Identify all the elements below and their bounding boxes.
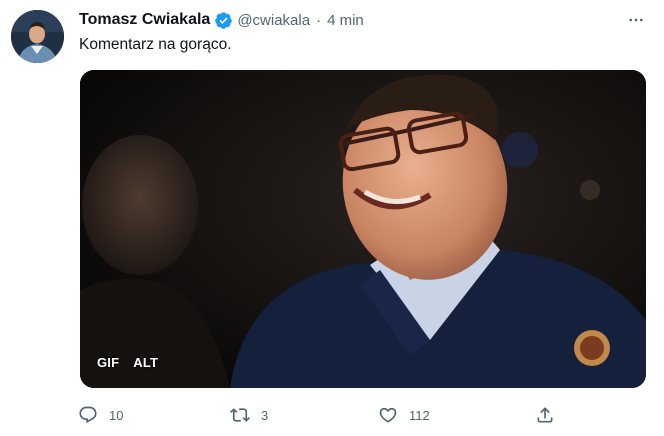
author-handle[interactable]: @cwiakala	[237, 12, 310, 29]
gif-frame-image	[80, 70, 646, 388]
alt-text-badge[interactable]: ALT	[133, 355, 158, 370]
reply-button[interactable]: 10	[78, 403, 123, 427]
tweet-actions: 10 3 112	[78, 403, 568, 427]
tweet-timestamp[interactable]: 4 min	[327, 12, 364, 29]
gif-badge: GIF	[97, 355, 120, 370]
separator-dot: ·	[316, 11, 322, 29]
avatar[interactable]	[11, 10, 64, 63]
media-badges: GIF ALT	[97, 355, 158, 370]
retweet-button[interactable]: 3	[230, 403, 268, 427]
reply-icon	[79, 406, 97, 424]
verified-badge-icon	[215, 11, 233, 29]
like-count: 112	[409, 407, 430, 423]
tweet-text: Komentarz na gorąco.	[79, 36, 232, 53]
retweet-icon	[230, 408, 250, 422]
gif-media[interactable]: GIF ALT	[80, 70, 646, 388]
author-name[interactable]: Tomasz Cwiakala	[79, 11, 210, 29]
more-horizontal-icon	[629, 18, 643, 22]
tweet-header: Tomasz Cwiakala @cwiakala · 4 min	[79, 10, 364, 30]
share-icon	[537, 407, 553, 423]
avatar-image	[11, 10, 64, 63]
share-button[interactable]	[535, 403, 555, 427]
heart-icon	[379, 407, 397, 423]
like-button[interactable]: 112	[378, 403, 430, 427]
more-options-button[interactable]	[626, 10, 646, 30]
reply-count: 10	[109, 407, 124, 423]
retweet-count: 3	[261, 407, 269, 423]
